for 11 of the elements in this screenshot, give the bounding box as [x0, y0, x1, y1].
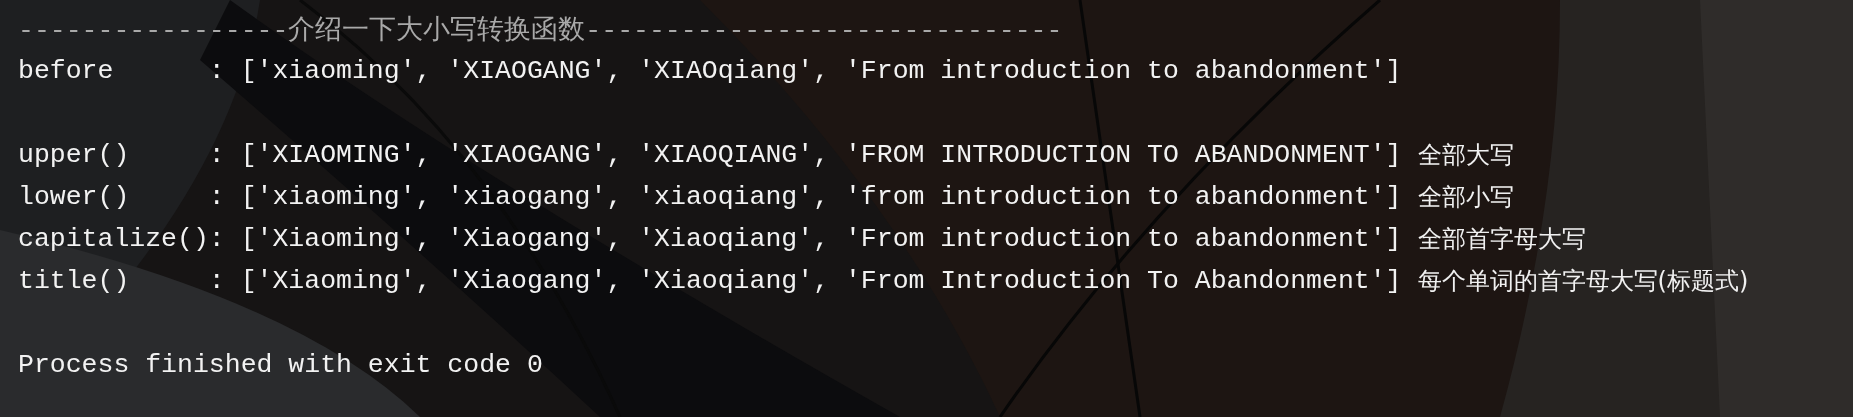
output-comment: 全部小写: [1417, 182, 1514, 213]
output-line: before : ['xiaoming', 'XIAOGANG', 'XIAOqiang', 'From introduction to abandonment']: [18, 56, 1402, 86]
output-line: upper() : ['XIAOMING', 'XIAOGANG', 'XIAOQIANG', 'FROM INTRODUCTION TO ABANDONMENT']: [18, 140, 1402, 170]
output-line: title() : ['Xiaoming', 'Xiaogang', 'Xiaoqiang', 'From Introduction To Abandonment']: [18, 266, 1402, 296]
output-comment: 全部首字母大写: [1417, 224, 1586, 255]
output-line: capitalize(): ['Xiaoming', 'Xiaogang', 'Xiaoqiang', 'From introduction to abandonment']: [18, 224, 1402, 254]
section-divider-text: -----------------介绍一下大小写转换函数------------------------------: [18, 14, 1063, 47]
output-comment: 每个单词的首字母大写(标题式): [1417, 266, 1749, 297]
output-comment: 全部大写: [1417, 140, 1514, 171]
output-line: Process finished with exit code 0: [18, 350, 543, 380]
output-line: lower() : ['xiaoming', 'xiaogang', 'xiaoqiang', 'from introduction to abandonment']: [18, 182, 1402, 212]
